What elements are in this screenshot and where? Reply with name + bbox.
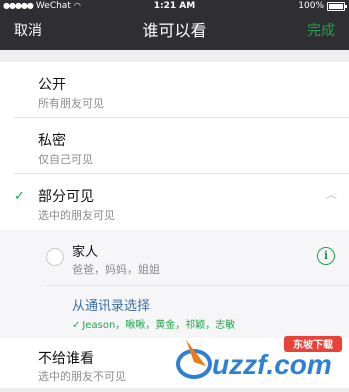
- group-members: 爸爸，妈妈，姐姐: [72, 263, 160, 276]
- option-subtitle: 选中的朋友不可见: [38, 370, 126, 383]
- nav-bar: 取消 谁可以看 完成: [0, 12, 349, 50]
- info-icon[interactable]: i: [317, 247, 335, 265]
- option-hide-from[interactable]: 不给谁看 选中的朋友不可见: [0, 338, 349, 388]
- checkmark-icon: ✓: [72, 320, 81, 331]
- select-from-contacts[interactable]: 从通讯录选择 ✓ Jeason，啾啾，黄金，祁颖，志敏: [0, 286, 349, 338]
- done-button[interactable]: 完成: [307, 12, 335, 50]
- battery-icon: [327, 2, 347, 11]
- section-gap: [0, 50, 349, 62]
- status-bar: ●●●●● WeChat ◠ 1:21 AM 100%: [0, 0, 349, 12]
- option-partially-visible[interactable]: ✓ 部分可见 选中的朋友可见 ︿: [0, 174, 349, 230]
- group-name: 家人: [72, 245, 99, 260]
- option-private[interactable]: 私密 仅自己可见: [0, 118, 349, 174]
- option-title: 公开: [38, 77, 66, 93]
- option-title: 部分可见: [38, 189, 94, 205]
- option-subtitle: 仅自己可见: [38, 153, 93, 166]
- group-item-family[interactable]: 家人 爸爸，妈妈，姐姐 i: [0, 230, 349, 286]
- status-time: 1:21 AM: [153, 1, 196, 11]
- option-subtitle: 选中的朋友可见: [38, 209, 115, 222]
- checkmark-icon: ✓: [14, 189, 25, 204]
- status-bar-right: 100%: [298, 0, 347, 12]
- option-public[interactable]: 公开 所有朋友可见: [0, 62, 349, 118]
- selected-contacts: ✓ Jeason，啾啾，黄金，祁颖，志敏: [72, 316, 235, 331]
- option-title: 不给谁看: [38, 351, 94, 367]
- option-subtitle: 所有朋友可见: [38, 97, 104, 110]
- battery-percent: 100%: [298, 1, 324, 11]
- friend-group-list: 家人 爸爸，妈妈，姐姐 i 从通讯录选择 ✓ Jeason，啾啾，黄金，祁颖，志敏: [0, 230, 349, 338]
- radio-empty-icon[interactable]: [46, 248, 64, 266]
- selected-contacts-names: Jeason，啾啾，黄金，祁颖，志敏: [82, 320, 236, 331]
- cancel-button[interactable]: 取消: [14, 12, 42, 50]
- visibility-options: 公开 所有朋友可见 私密 仅自己可见 ✓ 部分可见 选中的朋友可见 ︿ 家人 爸…: [0, 50, 349, 392]
- screen: ●●●●● WeChat ◠ 1:21 AM 100% 取消 谁可以看 完成 公…: [0, 0, 349, 392]
- select-from-contacts-link[interactable]: 从通讯录选择: [72, 295, 150, 314]
- page-title: 谁可以看: [142, 21, 207, 40]
- chevron-up-icon[interactable]: ︿: [326, 186, 337, 202]
- option-title: 私密: [38, 133, 66, 149]
